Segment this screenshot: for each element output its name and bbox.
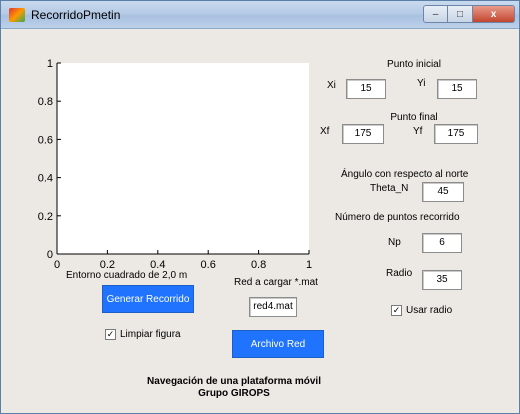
app-window: RecorridoPmetin – □ x 0 0.2 0.4 0.6 0.8 1 0 0.2… — [0, 0, 520, 414]
theta-label: Theta_N — [370, 183, 409, 194]
angulo-label: Ángulo con respecto al norte — [341, 169, 469, 180]
np-input[interactable]: 6 — [422, 233, 462, 253]
radio-input[interactable]: 35 — [422, 270, 462, 290]
yi-label: Yi — [417, 78, 426, 89]
red-label: Red a cargar *.mat — [234, 277, 318, 288]
red-file-input[interactable]: red4.mat — [249, 297, 297, 317]
x-tick-label: 1 — [306, 259, 312, 271]
title-bar[interactable]: RecorridoPmetin – □ x — [1, 1, 519, 29]
maximize-icon: □ — [456, 8, 464, 20]
window-title: RecorridoPmetin — [31, 8, 121, 22]
y-tick-label: 1 — [47, 58, 53, 70]
x-tick-label: 0.6 — [201, 259, 216, 271]
yf-label: Yf — [413, 126, 423, 137]
np-label: Np — [388, 237, 401, 248]
footer-line1: Navegación de una plataforma móvil — [147, 376, 321, 387]
xf-input[interactable]: 175 — [342, 124, 384, 144]
usar-radio-checkbox[interactable]: ✓ Usar radio — [391, 305, 452, 316]
minimize-button[interactable]: – — [423, 5, 448, 23]
y-tick-label: 0 — [47, 249, 53, 261]
xi-label: Xi — [327, 80, 336, 91]
close-button[interactable]: x — [473, 5, 515, 23]
x-tick-label: 0 — [54, 259, 60, 271]
footer-text: Navegación de una plataforma móvil Grupo… — [124, 376, 344, 400]
plot-axes[interactable]: 0 0.2 0.4 0.6 0.8 100.20.40.60.81 — [4, 30, 334, 300]
xf-label: Xf — [320, 126, 330, 137]
yf-input[interactable]: 175 — [434, 124, 478, 144]
usar-radio-label: Usar radio — [406, 305, 453, 316]
usar-radio-check-icon: ✓ — [391, 305, 402, 316]
x-tick-label: 0.8 — [251, 259, 266, 271]
numero-puntos-label: Número de puntos recorrido — [335, 212, 460, 223]
archivo-red-button[interactable]: Archivo Red — [232, 330, 324, 358]
punto-final-label: Punto final — [390, 112, 438, 123]
minimize-icon: – — [432, 8, 439, 20]
limpiar-check-icon: ✓ — [105, 329, 116, 340]
limpiar-figura-label: Limpiar figura — [120, 329, 181, 340]
generar-recorrido-button[interactable]: Generar Recorrido — [102, 285, 194, 313]
xi-input[interactable]: 15 — [346, 79, 386, 99]
window-controls: – □ x — [423, 5, 515, 23]
plot-area — [57, 63, 309, 254]
yi-input[interactable]: 15 — [437, 79, 477, 99]
close-icon: x — [490, 8, 497, 20]
limpiar-figura-checkbox[interactable]: ✓ Limpiar figura — [105, 329, 181, 340]
figure-client-area: 0 0.2 0.4 0.6 0.8 1 0 0.2 0.4 0.6 0.8 1 Entorno cua… — [4, 30, 516, 412]
x-axis-label: Entorno cuadrado de 2,0 m — [66, 270, 188, 281]
footer-line2: Grupo GIROPS — [198, 388, 270, 399]
y-tick-label: 0.8 — [38, 96, 53, 108]
y-tick-label: 0.4 — [38, 173, 53, 185]
punto-inicial-label: Punto inicial — [387, 59, 441, 70]
matlab-icon — [9, 8, 25, 22]
y-tick-label: 0.2 — [38, 211, 53, 223]
maximize-button[interactable]: □ — [448, 5, 473, 23]
y-tick-label: 0.6 — [38, 134, 53, 146]
radio-label: Radio — [386, 268, 413, 279]
theta-input[interactable]: 45 — [422, 182, 464, 202]
